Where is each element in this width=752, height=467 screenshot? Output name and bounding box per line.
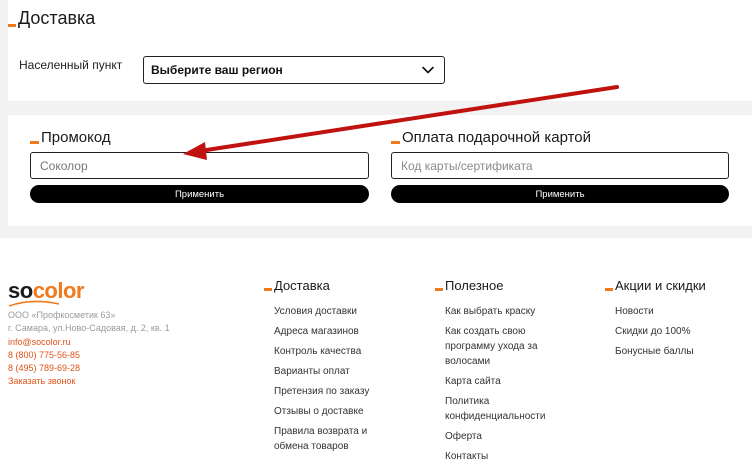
footer-col-useful-title: Полезное: [435, 278, 503, 293]
gift-card-input[interactable]: [391, 152, 729, 179]
footer-link[interactable]: Контроль качества: [274, 344, 394, 359]
footer-col-delivery-title: Доставка: [264, 278, 330, 293]
region-select[interactable]: Выберите ваш регион: [143, 56, 445, 84]
email-link[interactable]: info@socolor.ru: [8, 336, 80, 349]
footer-link[interactable]: Скидки до 100%: [615, 324, 745, 339]
footer-link[interactable]: Адреса магазинов: [274, 324, 394, 339]
region-select-value: Выберите ваш регион: [151, 63, 283, 77]
footer-col-title-text: Акции и скидки: [615, 278, 706, 293]
promo-code-input[interactable]: [30, 152, 369, 179]
company-name: ООО «Профкосметик 63»: [8, 310, 116, 320]
title-accent: [30, 141, 39, 144]
footer-link[interactable]: Правила возврата и обмена товаров: [274, 424, 384, 454]
contacts: info@socolor.ru 8 (800) 775-56-85 8 (495…: [8, 336, 80, 388]
title-accent: [264, 288, 272, 291]
footer-link[interactable]: Новости: [615, 304, 745, 319]
footer-link[interactable]: Отзывы о доставке: [274, 404, 394, 419]
phone-link-2[interactable]: 8 (495) 789-69-28: [8, 362, 80, 375]
gift-card-title-text: Оплата подарочной картой: [402, 129, 592, 146]
phone-link-1[interactable]: 8 (800) 775-56-85: [8, 349, 80, 362]
delivery-title-text: Доставка: [18, 8, 96, 28]
footer-link[interactable]: Контакты: [445, 449, 565, 464]
footer-link[interactable]: Карта сайта: [445, 374, 565, 389]
footer-link[interactable]: Оферта: [445, 429, 565, 444]
title-accent: [8, 24, 16, 27]
logo-swoosh-icon: [8, 300, 60, 307]
footer-link[interactable]: Политика конфиденциальности: [445, 394, 555, 424]
footer-col-useful-links: Как выбрать краску Как создать свою прог…: [445, 304, 565, 467]
title-accent: [605, 288, 613, 291]
promo-section: Промокод Применить Оплата подарочной кар…: [8, 115, 752, 226]
company-info: ООО «Профкосметик 63» г. Самара, ул.Ново…: [8, 309, 170, 335]
delivery-section: Доставка Населенный пункт Выберите ваш р…: [8, 0, 752, 101]
footer-link[interactable]: Бонусные баллы: [615, 344, 745, 359]
city-label: Населенный пункт: [19, 58, 123, 72]
promo-title-text: Промокод: [41, 129, 111, 146]
footer-link[interactable]: Как создать свою программу ухода за воло…: [445, 324, 557, 369]
footer-link[interactable]: Претензия по заказу: [274, 384, 394, 399]
promo-title: Промокод: [30, 129, 111, 146]
footer-link[interactable]: Условия доставки: [274, 304, 394, 319]
footer-link[interactable]: Варианты оплат: [274, 364, 394, 379]
footer-col-promos-links: Новости Скидки до 100% Бонусные баллы: [615, 304, 745, 364]
chevron-down-icon: [422, 66, 434, 74]
footer-col-title-text: Доставка: [274, 278, 330, 293]
callback-link[interactable]: Заказать звонок: [8, 375, 80, 388]
gift-card-title: Оплата подарочной картой: [391, 129, 591, 146]
gift-card-apply-button[interactable]: Применить: [391, 185, 729, 203]
footer-col-title-text: Полезное: [445, 278, 504, 293]
title-accent: [391, 141, 400, 144]
promo-apply-button[interactable]: Применить: [30, 185, 369, 203]
footer-col-promos-title: Акции и скидки: [605, 278, 706, 293]
footer-col-delivery-links: Условия доставки Адреса магазинов Контро…: [274, 304, 394, 459]
footer-link[interactable]: Как выбрать краску: [445, 304, 565, 319]
company-address: г. Самара, ул.Ново-Садовая, д. 2, кв. 1: [8, 323, 170, 333]
delivery-title: Доставка: [8, 8, 95, 29]
title-accent: [435, 288, 443, 291]
footer: socolor ООО «Профкосметик 63» г. Самара,…: [0, 238, 752, 467]
